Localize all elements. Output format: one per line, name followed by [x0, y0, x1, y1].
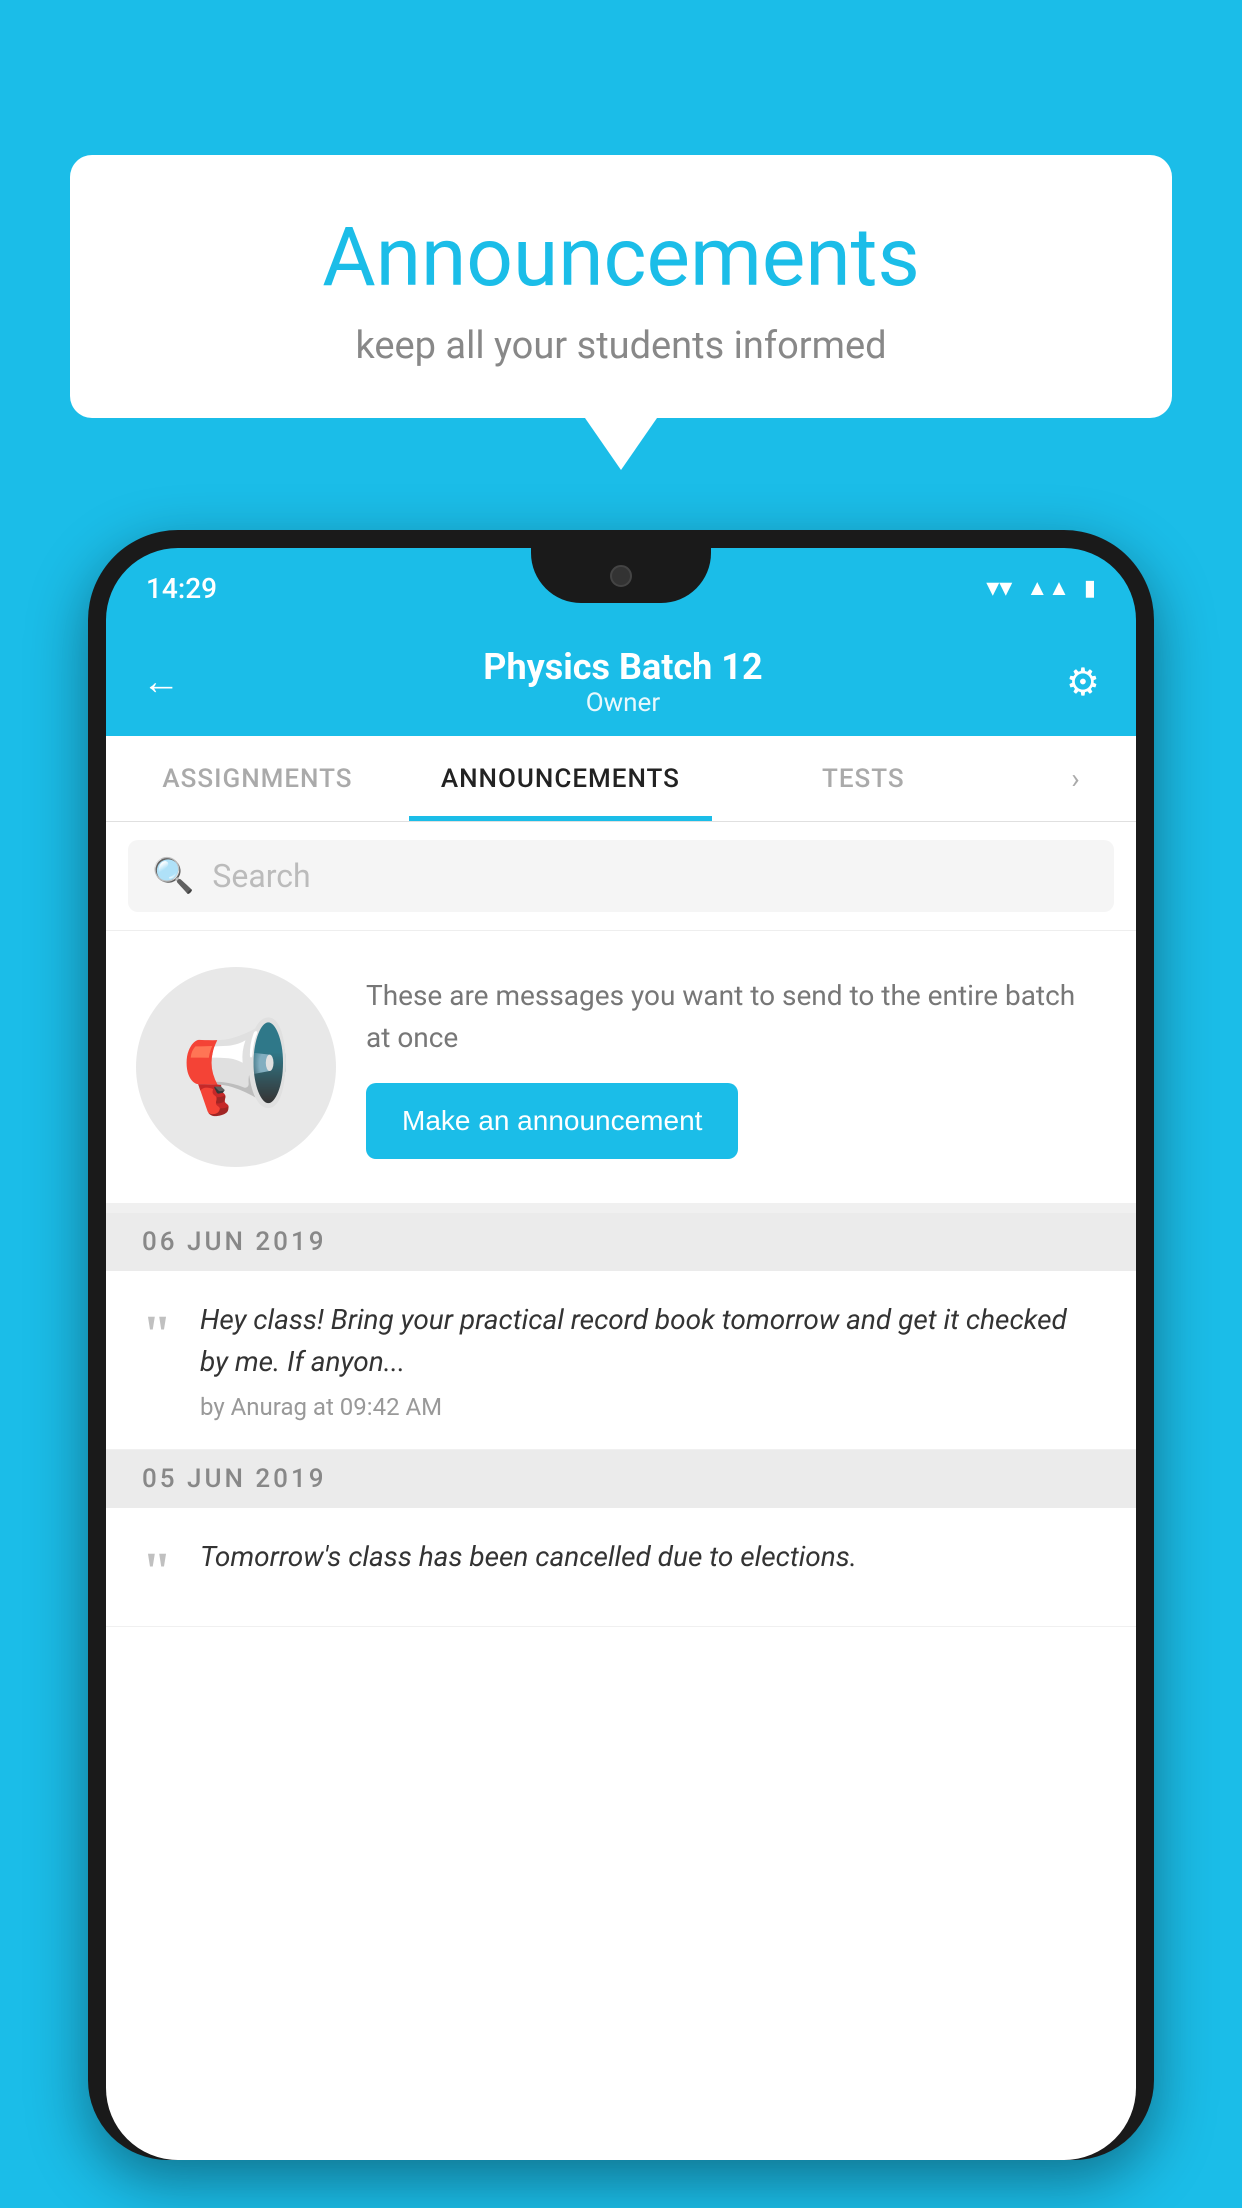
announcement-body-2: Tomorrow's class has been cancelled due … — [200, 1536, 1100, 1588]
tab-assignments[interactable]: ASSIGNMENTS — [106, 736, 409, 821]
search-placeholder: Search — [212, 857, 310, 895]
speech-bubble-tail — [585, 418, 657, 470]
search-input-wrap[interactable]: 🔍 Search — [128, 840, 1114, 912]
status-icons: ▾▾ ▲▲ ▮ — [986, 573, 1096, 603]
wifi-icon: ▾▾ — [986, 573, 1012, 603]
batch-title: Physics Batch 12 — [483, 646, 762, 688]
megaphone-icon: 📢 — [180, 1015, 292, 1120]
speech-bubble-section: Announcements keep all your students inf… — [70, 155, 1172, 470]
phone-frame: 14:29 ▾▾ ▲▲ ▮ ← Physics Batch 12 Owner ⚙… — [88, 530, 1154, 2160]
search-bar: 🔍 Search — [106, 822, 1136, 931]
screen-content: 🔍 Search 📢 These are messages you want t… — [106, 822, 1136, 2160]
quote-icon-2: " — [142, 1544, 172, 1598]
announcement-item-2[interactable]: " Tomorrow's class has been cancelled du… — [106, 1508, 1136, 1627]
app-bar: ← Physics Batch 12 Owner ⚙ — [106, 628, 1136, 736]
announcement-body-1: Hey class! Bring your practical record b… — [200, 1299, 1100, 1421]
announcement-text-2: Tomorrow's class has been cancelled due … — [200, 1536, 1100, 1578]
promo-icon-circle: 📢 — [136, 967, 336, 1167]
speech-bubble-card: Announcements keep all your students inf… — [70, 155, 1172, 418]
announcement-text-1: Hey class! Bring your practical record b… — [200, 1299, 1100, 1383]
back-button[interactable]: ← — [142, 660, 180, 704]
phone-device: 14:29 ▾▾ ▲▲ ▮ ← Physics Batch 12 Owner ⚙… — [88, 530, 1154, 2208]
batch-subtitle: Owner — [483, 688, 762, 718]
announcement-item-1[interactable]: " Hey class! Bring your practical record… — [106, 1271, 1136, 1450]
announcement-promo: 📢 These are messages you want to send to… — [106, 931, 1136, 1213]
settings-icon[interactable]: ⚙ — [1066, 660, 1100, 705]
search-icon: 🔍 — [152, 856, 194, 896]
speech-bubble-subtitle: keep all your students informed — [130, 324, 1112, 368]
quote-icon-1: " — [142, 1307, 172, 1361]
promo-description: These are messages you want to send to t… — [366, 975, 1106, 1059]
promo-right: These are messages you want to send to t… — [366, 975, 1106, 1159]
tab-announcements[interactable]: ANNOUNCEMENTS — [409, 736, 712, 821]
tab-more-icon[interactable]: › — [1015, 736, 1136, 821]
status-bar: 14:29 ▾▾ ▲▲ ▮ — [106, 548, 1136, 628]
tab-tests[interactable]: TESTS — [712, 736, 1015, 821]
status-time: 14:29 — [146, 572, 217, 605]
date-divider-1: 06 JUN 2019 — [106, 1213, 1136, 1271]
camera — [610, 565, 632, 587]
make-announcement-button[interactable]: Make an announcement — [366, 1083, 738, 1159]
notch — [531, 548, 711, 603]
announcement-meta-1: by Anurag at 09:42 AM — [200, 1393, 1100, 1421]
tabs-bar: ASSIGNMENTS ANNOUNCEMENTS TESTS › — [106, 736, 1136, 822]
signal-icon: ▲▲ — [1026, 575, 1070, 601]
date-divider-2: 05 JUN 2019 — [106, 1450, 1136, 1508]
speech-bubble-title: Announcements — [130, 210, 1112, 306]
battery-icon: ▮ — [1084, 576, 1096, 601]
app-bar-center: Physics Batch 12 Owner — [483, 646, 762, 718]
